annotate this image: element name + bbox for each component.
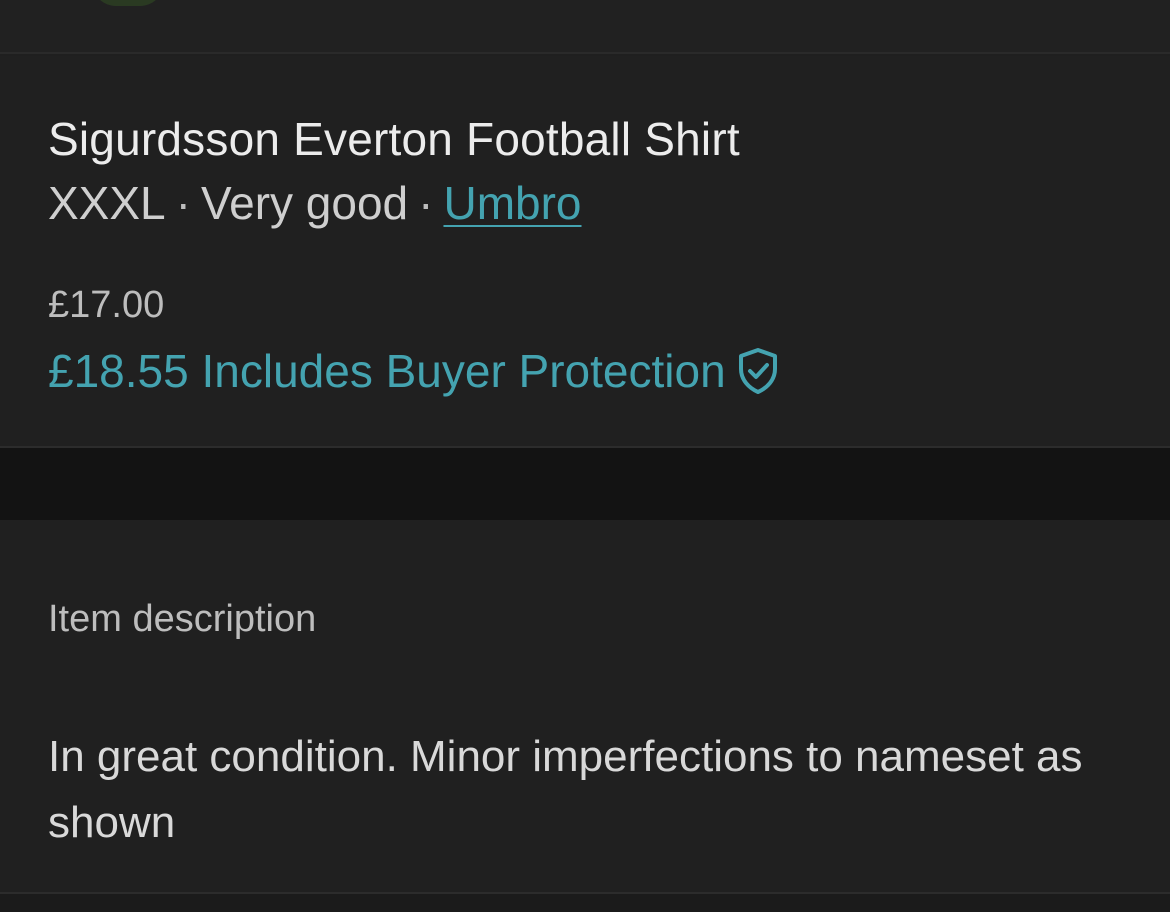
total-price: £18.55	[48, 345, 189, 397]
item-meta: XXXL · Very good · Umbro	[48, 176, 582, 230]
seller-avatar[interactable]	[92, 0, 164, 6]
buyer-protection-price[interactable]: £18.55 Includes Buyer Protection	[48, 344, 780, 398]
item-condition: Very good	[200, 177, 409, 229]
buyer-protection-label: Includes Buyer Protection	[201, 345, 726, 397]
item-price: £17.00	[48, 284, 165, 326]
bottom-band	[0, 894, 1170, 912]
description-heading: Item description	[48, 598, 317, 640]
listing-detail-page: Sigurdsson Everton Football Shirt XXXL · V…	[0, 0, 1170, 912]
meta-separator: ·	[175, 177, 191, 229]
header-divider	[0, 52, 1170, 54]
shield-check-icon[interactable]	[736, 347, 780, 395]
item-size: XXXL	[48, 177, 166, 229]
item-title: Sigurdsson Everton Football Shirt	[48, 113, 740, 165]
description-text: In great condition. Minor imperfections …	[48, 732, 1083, 847]
seller-header-strip	[0, 0, 1170, 54]
meta-separator: ·	[418, 177, 434, 229]
brand-link[interactable]: Umbro	[443, 177, 581, 229]
section-gap	[0, 448, 1170, 520]
